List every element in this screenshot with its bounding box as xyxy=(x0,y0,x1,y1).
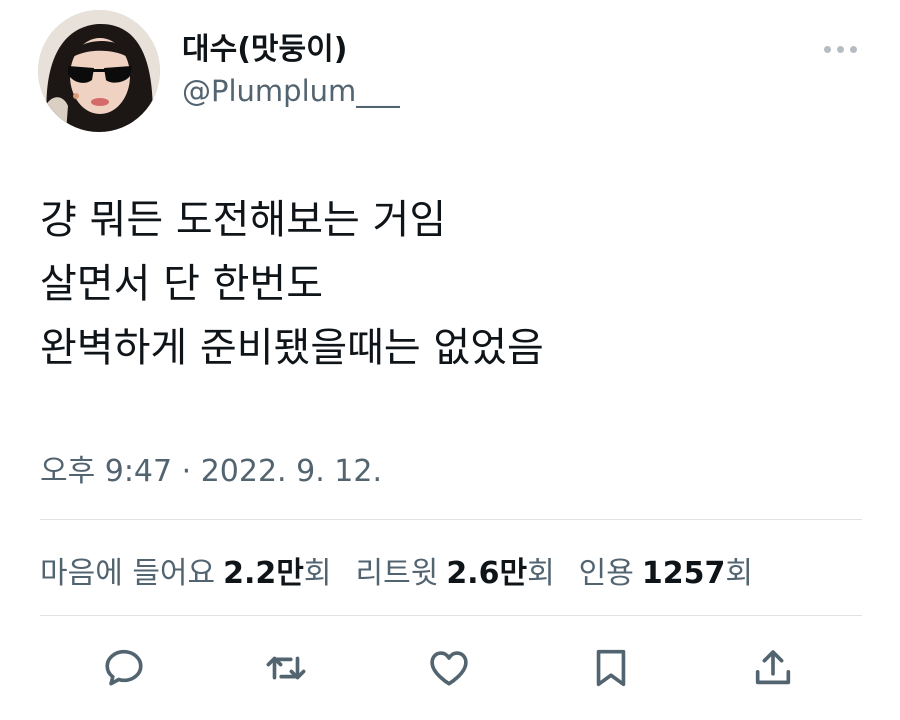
more-dot-icon xyxy=(823,45,831,53)
engagement-stats: 마음에 들어요 2.2만 회 리트윗 2.6만 회 인용 1257 회 xyxy=(40,548,777,592)
quotes-label: 인용 xyxy=(578,556,634,591)
divider xyxy=(40,615,862,616)
quotes-stat[interactable]: 인용 1257 회 xyxy=(579,548,753,592)
likes-unit: 회 xyxy=(303,556,332,591)
retweets-unit: 회 xyxy=(527,556,555,591)
retweet-button[interactable] xyxy=(258,640,314,696)
likes-count: 2.2만 xyxy=(223,556,304,591)
user-handle[interactable]: @Plumplum___ xyxy=(182,74,400,108)
like-icon xyxy=(430,651,468,686)
divider xyxy=(40,519,862,520)
likes-stat[interactable]: 마음에 들어요 2.2만 회 xyxy=(40,548,332,592)
more-dot-icon xyxy=(849,45,857,53)
bookmark-button[interactable] xyxy=(583,640,639,696)
share-button[interactable] xyxy=(745,640,801,696)
tweet-timestamp[interactable]: 오후 9:47 · 2022. 9. 12. xyxy=(40,446,382,490)
more-options-button[interactable] xyxy=(818,36,862,62)
more-dot-icon xyxy=(836,45,844,53)
reply-button[interactable] xyxy=(96,640,152,696)
action-bar xyxy=(0,640,900,700)
tweet-card: 대수(맛둥이) @Plumplum___ 걍 뭐든 도전해보는 거임 살면서 단… xyxy=(0,0,900,720)
like-button[interactable] xyxy=(421,640,477,696)
tweet-text: 걍 뭐든 도전해보는 거임 살면서 단 한번도 완벽하게 준비됐을때는 없었음 xyxy=(40,188,860,380)
bookmark-icon xyxy=(596,649,626,687)
retweets-label: 리트윗 xyxy=(355,556,439,591)
likes-label: 마음에 들어요 xyxy=(40,556,216,591)
avatar-image xyxy=(38,10,160,132)
display-name[interactable]: 대수(맛둥이) xyxy=(182,24,347,68)
quotes-unit: 회 xyxy=(725,556,753,591)
share-icon xyxy=(755,650,791,685)
avatar[interactable] xyxy=(38,10,160,132)
retweet-icon xyxy=(266,656,306,680)
tweet-line: 살면서 단 한번도 xyxy=(40,261,324,307)
tweet-line: 걍 뭐든 도전해보는 거임 xyxy=(40,197,447,243)
quotes-count: 1257 xyxy=(641,556,726,591)
retweets-stat[interactable]: 리트윗 2.6만 회 xyxy=(356,548,555,592)
reply-icon xyxy=(105,649,143,686)
tweet-line: 완벽하게 준비됐을때는 없었음 xyxy=(40,325,544,371)
retweets-count: 2.6만 xyxy=(446,556,528,591)
